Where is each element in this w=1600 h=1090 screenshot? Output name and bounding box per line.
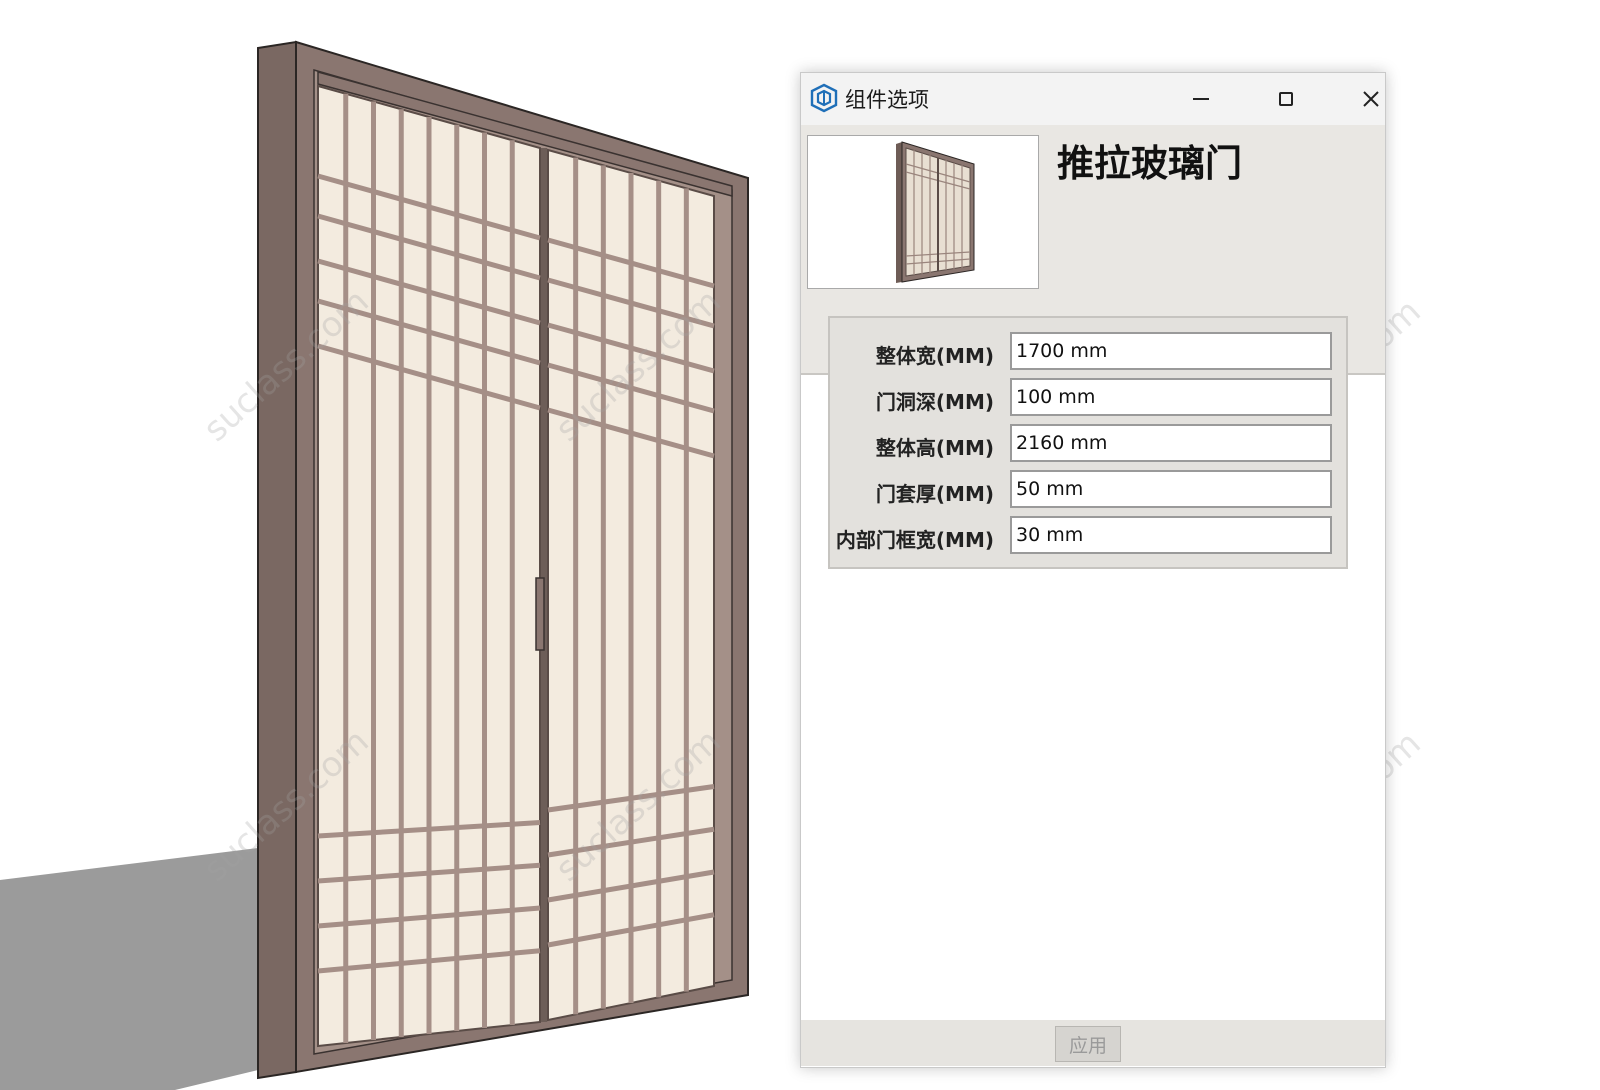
window-title: 组件选项	[845, 88, 929, 112]
opening-depth-input[interactable]	[1010, 378, 1332, 416]
inner-frame-width-input[interactable]	[1010, 516, 1332, 554]
title-bar[interactable]: 组件选项	[801, 73, 1385, 125]
overall-height-input[interactable]	[1010, 424, 1332, 462]
close-icon	[1363, 91, 1379, 107]
parameters-panel: 整体宽(MM) 门洞深(MM) 整体高(MM) 门套厚(MM) 内部门框宽(MM…	[828, 316, 1348, 569]
apply-button[interactable]: 应用	[1055, 1026, 1121, 1062]
door-shadow	[0, 848, 258, 1090]
maximize-icon	[1279, 92, 1293, 106]
param-label: 内部门框宽(MM)	[835, 528, 994, 552]
param-label: 整体宽(MM)	[875, 344, 994, 368]
param-row-casing-thickness: 门套厚(MM)	[830, 470, 1346, 510]
param-label: 整体高(MM)	[875, 436, 994, 460]
component-options-dialog: 组件选项 推拉玻璃门	[800, 72, 1386, 1068]
maximize-button[interactable]	[1256, 73, 1316, 125]
door-handle	[535, 577, 545, 651]
minimize-button[interactable]	[1171, 73, 1231, 125]
component-thumbnail	[807, 135, 1039, 289]
param-row-opening-depth: 门洞深(MM)	[830, 378, 1346, 418]
param-row-inner-frame-width: 内部门框宽(MM)	[830, 516, 1346, 556]
dialog-footer: 应用	[801, 1020, 1385, 1066]
casing-thickness-input[interactable]	[1010, 470, 1332, 508]
door-frame-side	[257, 40, 297, 1080]
sketchup-logo-icon	[809, 83, 839, 113]
param-row-overall-height: 整体高(MM)	[830, 424, 1346, 464]
param-label: 门套厚(MM)	[875, 482, 994, 506]
close-button[interactable]	[1341, 73, 1401, 125]
overall-width-input[interactable]	[1010, 332, 1332, 370]
minimize-icon	[1193, 98, 1209, 100]
component-name: 推拉玻璃门	[1057, 142, 1242, 185]
param-label: 门洞深(MM)	[875, 390, 994, 414]
param-row-overall-width: 整体宽(MM)	[830, 332, 1346, 372]
